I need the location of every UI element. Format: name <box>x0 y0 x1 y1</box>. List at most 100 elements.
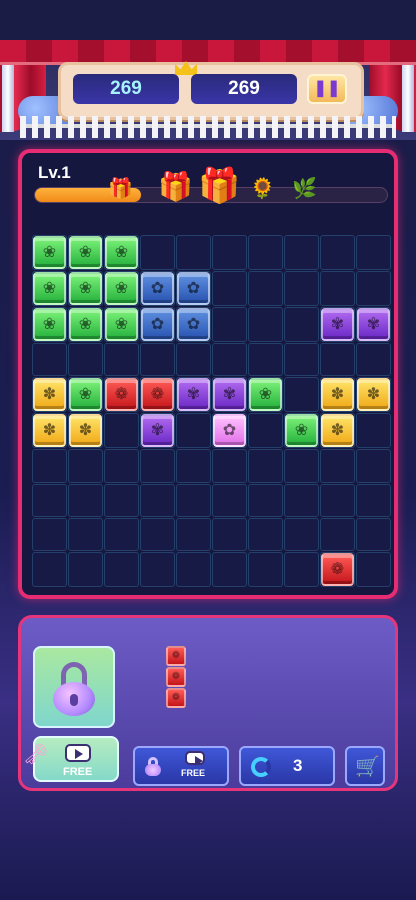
grid-cell[interactable] <box>68 483 103 517</box>
grid-cell[interactable]: ❀ <box>248 377 283 413</box>
grid-cell[interactable] <box>248 271 283 306</box>
grid-cell[interactable]: ✾ <box>356 307 391 342</box>
grid-cell[interactable]: ❀ <box>104 235 139 270</box>
grid-cell[interactable]: ✿ <box>140 307 175 342</box>
grid-cell[interactable]: ❀ <box>68 377 103 413</box>
grid-cell[interactable] <box>320 449 355 483</box>
next-piece-preview[interactable]: ❁ ❁ ❁ <box>166 646 188 709</box>
grid-cell[interactable] <box>248 413 283 449</box>
grid-cell[interactable]: ❁ <box>104 377 139 413</box>
grid-cell[interactable] <box>212 307 247 342</box>
grid-cell[interactable] <box>284 307 319 342</box>
grid-cell[interactable] <box>176 449 211 483</box>
grid-cell[interactable] <box>140 343 175 377</box>
grid-cell[interactable] <box>356 552 391 587</box>
grid-cell[interactable] <box>104 413 139 449</box>
grid-cell[interactable] <box>32 343 67 377</box>
grid-cell[interactable]: ❀ <box>104 271 139 306</box>
unlock-free-button[interactable]: FREE <box>133 746 229 786</box>
grid-cell[interactable] <box>68 517 103 551</box>
grid-cell[interactable] <box>32 483 67 517</box>
grid-cell[interactable]: ❀ <box>32 271 67 306</box>
grid-cell[interactable] <box>104 517 139 551</box>
grid-cell[interactable] <box>248 552 283 587</box>
grid-cell[interactable] <box>248 517 283 551</box>
grid-cell[interactable] <box>356 449 391 483</box>
grid-cell[interactable] <box>284 552 319 587</box>
grid-cell[interactable] <box>176 483 211 517</box>
grid-cell[interactable] <box>176 343 211 377</box>
grid-cell[interactable]: ✽ <box>320 413 355 449</box>
grid-cell[interactable] <box>356 517 391 551</box>
grid-cell[interactable] <box>284 449 319 483</box>
grid-cell[interactable] <box>320 271 355 306</box>
grid-cell[interactable] <box>68 552 103 587</box>
grid-cell[interactable] <box>140 517 175 551</box>
grid-cell[interactable]: ✽ <box>320 377 355 413</box>
grid-cell[interactable] <box>68 343 103 377</box>
grid-cell[interactable] <box>104 449 139 483</box>
grid-cell[interactable] <box>104 343 139 377</box>
grid-cell[interactable] <box>140 483 175 517</box>
grid-cell[interactable] <box>68 449 103 483</box>
grid-cell[interactable] <box>320 343 355 377</box>
grid-cell[interactable] <box>140 449 175 483</box>
grid-cell[interactable] <box>284 517 319 551</box>
grid-cell[interactable]: ❀ <box>32 235 67 270</box>
grid-cell[interactable]: ❀ <box>104 307 139 342</box>
grid-cell[interactable]: ❀ <box>68 307 103 342</box>
grid-cell[interactable] <box>284 483 319 517</box>
grid-cell[interactable] <box>140 552 175 587</box>
grid-cell[interactable] <box>320 235 355 270</box>
grid-cell[interactable]: ❁ <box>140 377 175 413</box>
grid-cell[interactable] <box>32 552 67 587</box>
grid-cell[interactable] <box>212 271 247 306</box>
grid-cell[interactable]: ✽ <box>356 377 391 413</box>
grid-cell[interactable] <box>212 483 247 517</box>
grid-cell[interactable]: ✿ <box>140 271 175 306</box>
grid-cell[interactable] <box>176 235 211 270</box>
grid-cell[interactable] <box>104 483 139 517</box>
grid-cell[interactable] <box>248 343 283 377</box>
grid-cell[interactable] <box>176 413 211 449</box>
grid-cell[interactable] <box>320 517 355 551</box>
grid-cell[interactable] <box>356 235 391 270</box>
block-grid[interactable]: ❀ ❀ ❀ ❀ ❀ ❀ ✿ ✿ ❀ ❀ ❀ ✿ ✿ ✾ ✾ ✽ ❀ ❁ ❁ ✾ ✾ ❀ ✽ ✽ ✽ ✽ ✾ ✿ ❀ ✽ ❁ <box>32 235 391 587</box>
grid-cell[interactable]: ❀ <box>284 413 319 449</box>
grid-cell[interactable] <box>248 449 283 483</box>
grid-cell[interactable]: ✽ <box>32 413 67 449</box>
grid-cell[interactable]: ✿ <box>176 271 211 306</box>
grid-cell[interactable] <box>284 271 319 306</box>
grid-cell[interactable]: ✽ <box>68 413 103 449</box>
grid-cell[interactable] <box>140 235 175 270</box>
grid-cell[interactable]: ❁ <box>320 552 355 587</box>
grid-cell[interactable] <box>356 343 391 377</box>
grid-cell[interactable] <box>212 235 247 270</box>
grid-cell[interactable] <box>212 552 247 587</box>
grid-cell[interactable] <box>248 307 283 342</box>
grid-cell[interactable] <box>104 552 139 587</box>
pause-button[interactable]: ❚❚ <box>307 74 347 104</box>
shop-button[interactable]: 🛒 <box>345 746 385 786</box>
grid-cell[interactable]: ✽ <box>32 377 67 413</box>
grid-cell[interactable] <box>212 449 247 483</box>
grid-cell[interactable] <box>284 235 319 270</box>
grid-cell[interactable]: ✿ <box>212 413 247 449</box>
grid-cell[interactable]: ✿ <box>176 307 211 342</box>
grid-cell[interactable]: ❀ <box>32 307 67 342</box>
grid-cell[interactable]: ❀ <box>68 271 103 306</box>
grid-cell[interactable] <box>356 483 391 517</box>
locked-slot[interactable] <box>33 646 115 728</box>
grid-cell[interactable]: ❀ <box>68 235 103 270</box>
grid-cell[interactable] <box>176 517 211 551</box>
grid-cell[interactable]: ✾ <box>320 307 355 342</box>
grid-cell[interactable] <box>212 517 247 551</box>
grid-cell[interactable] <box>248 235 283 270</box>
grid-cell[interactable] <box>212 343 247 377</box>
grid-cell[interactable] <box>356 271 391 306</box>
grid-cell[interactable] <box>32 449 67 483</box>
grid-cell[interactable] <box>356 413 391 449</box>
grid-cell[interactable]: ✾ <box>212 377 247 413</box>
grid-cell[interactable]: ✾ <box>140 413 175 449</box>
grid-cell[interactable] <box>320 483 355 517</box>
